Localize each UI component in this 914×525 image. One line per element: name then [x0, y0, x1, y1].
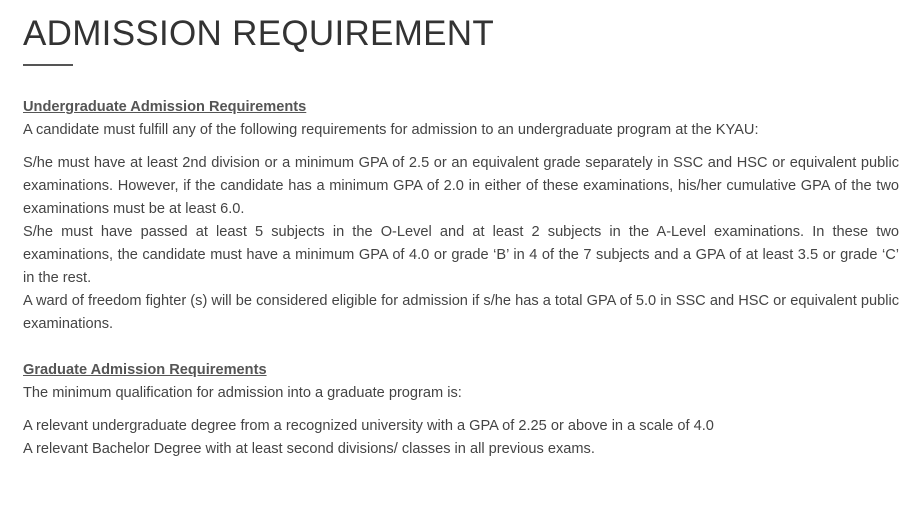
graduate-section: Graduate Admission Requirements The mini…: [23, 359, 899, 461]
graduate-heading: Graduate Admission Requirements: [23, 362, 267, 378]
graduate-intro: The minimum qualification for admission …: [23, 385, 462, 401]
undergraduate-heading: Undergraduate Admission Requirements: [23, 99, 307, 115]
undergraduate-requirement: S/he must have passed at least 5 subject…: [23, 224, 899, 286]
undergraduate-section: Undergraduate Admission Requirements A c…: [23, 96, 899, 336]
undergraduate-requirement: A ward of freedom fighter (s) will be co…: [23, 293, 899, 332]
undergraduate-intro: A candidate must fulfill any of the foll…: [23, 122, 759, 138]
undergraduate-requirement: S/he must have at least 2nd division or …: [23, 155, 899, 217]
graduate-requirement: A relevant undergraduate degree from a r…: [23, 418, 714, 434]
graduate-requirement: A relevant Bachelor Degree with at least…: [23, 441, 595, 457]
page-title: ADMISSION REQUIREMENT: [23, 14, 495, 53]
title-divider: [23, 64, 73, 66]
